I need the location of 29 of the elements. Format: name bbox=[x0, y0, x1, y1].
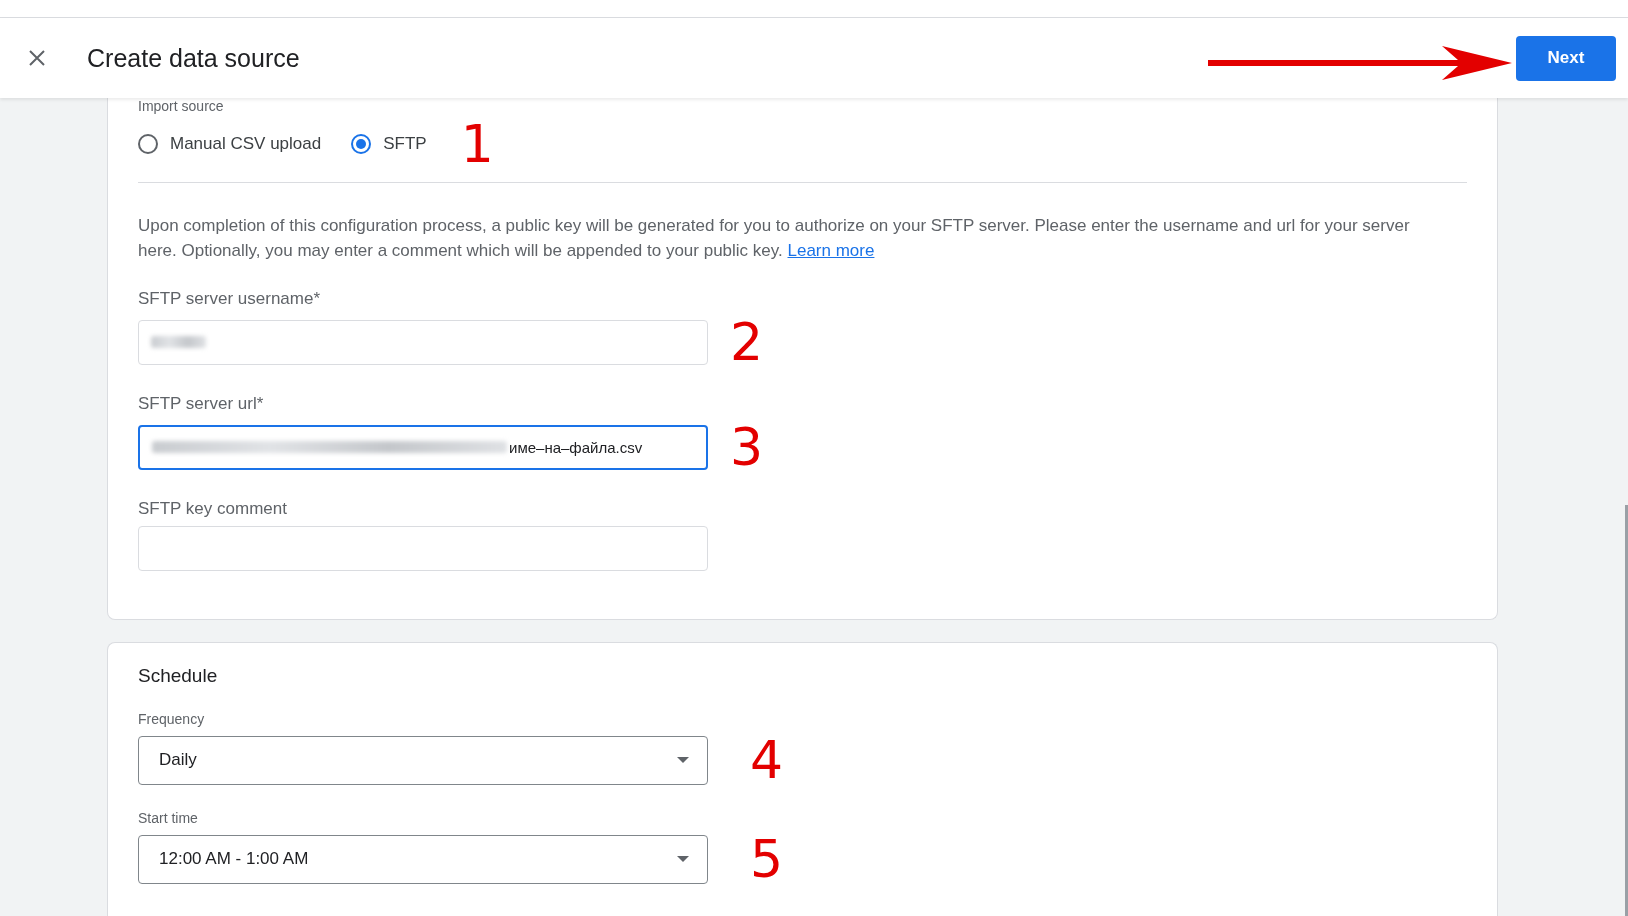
field-label: Start time bbox=[138, 810, 199, 826]
blurred-text bbox=[151, 336, 206, 348]
radio-option[interactable]: SFTP bbox=[351, 134, 427, 154]
annotation-number: 4 bbox=[750, 734, 784, 786]
dropdown[interactable]: Daily bbox=[138, 735, 708, 785]
caret-icon bbox=[677, 856, 689, 862]
caret-icon bbox=[677, 757, 689, 763]
field-label: SFTP server username* bbox=[138, 289, 322, 309]
annotation-number: 3 bbox=[730, 421, 764, 473]
dialog-title: Create data source bbox=[87, 43, 300, 73]
close-icon bbox=[28, 49, 46, 67]
scrollbar[interactable] bbox=[1625, 505, 1628, 916]
description-text: Upon completion of this configuration process, a public key will be generated for you to authorize on your SFTP server. Please enter the username and url for your server here. Optionally, you may enter a comment which will be appended to your public key. Learn more bbox=[138, 215, 1411, 262]
input-field[interactable]: име–на–файла.csv bbox=[138, 424, 708, 470]
annotation-number: 2 bbox=[730, 316, 764, 368]
input-field[interactable] bbox=[138, 319, 708, 365]
field-label: Frequency bbox=[138, 711, 206, 727]
section-label: Import source bbox=[138, 98, 225, 114]
learn-more-link[interactable]: Learn more bbox=[787, 241, 875, 260]
annotation-number: 5 bbox=[750, 833, 784, 885]
input-field[interactable] bbox=[138, 526, 708, 571]
dropdown[interactable]: 12:00 AM - 1:00 AM bbox=[138, 834, 708, 884]
next-button[interactable]: Next bbox=[1516, 35, 1616, 81]
field-label: SFTP key comment bbox=[138, 499, 288, 519]
field-value: име–на–файла.csv bbox=[509, 438, 643, 456]
field-label: SFTP server url* bbox=[138, 394, 265, 414]
radio-option[interactable]: Manual CSV upload bbox=[138, 134, 322, 154]
section-title: Schedule bbox=[138, 665, 219, 687]
annotation-number: 1 bbox=[460, 118, 494, 170]
